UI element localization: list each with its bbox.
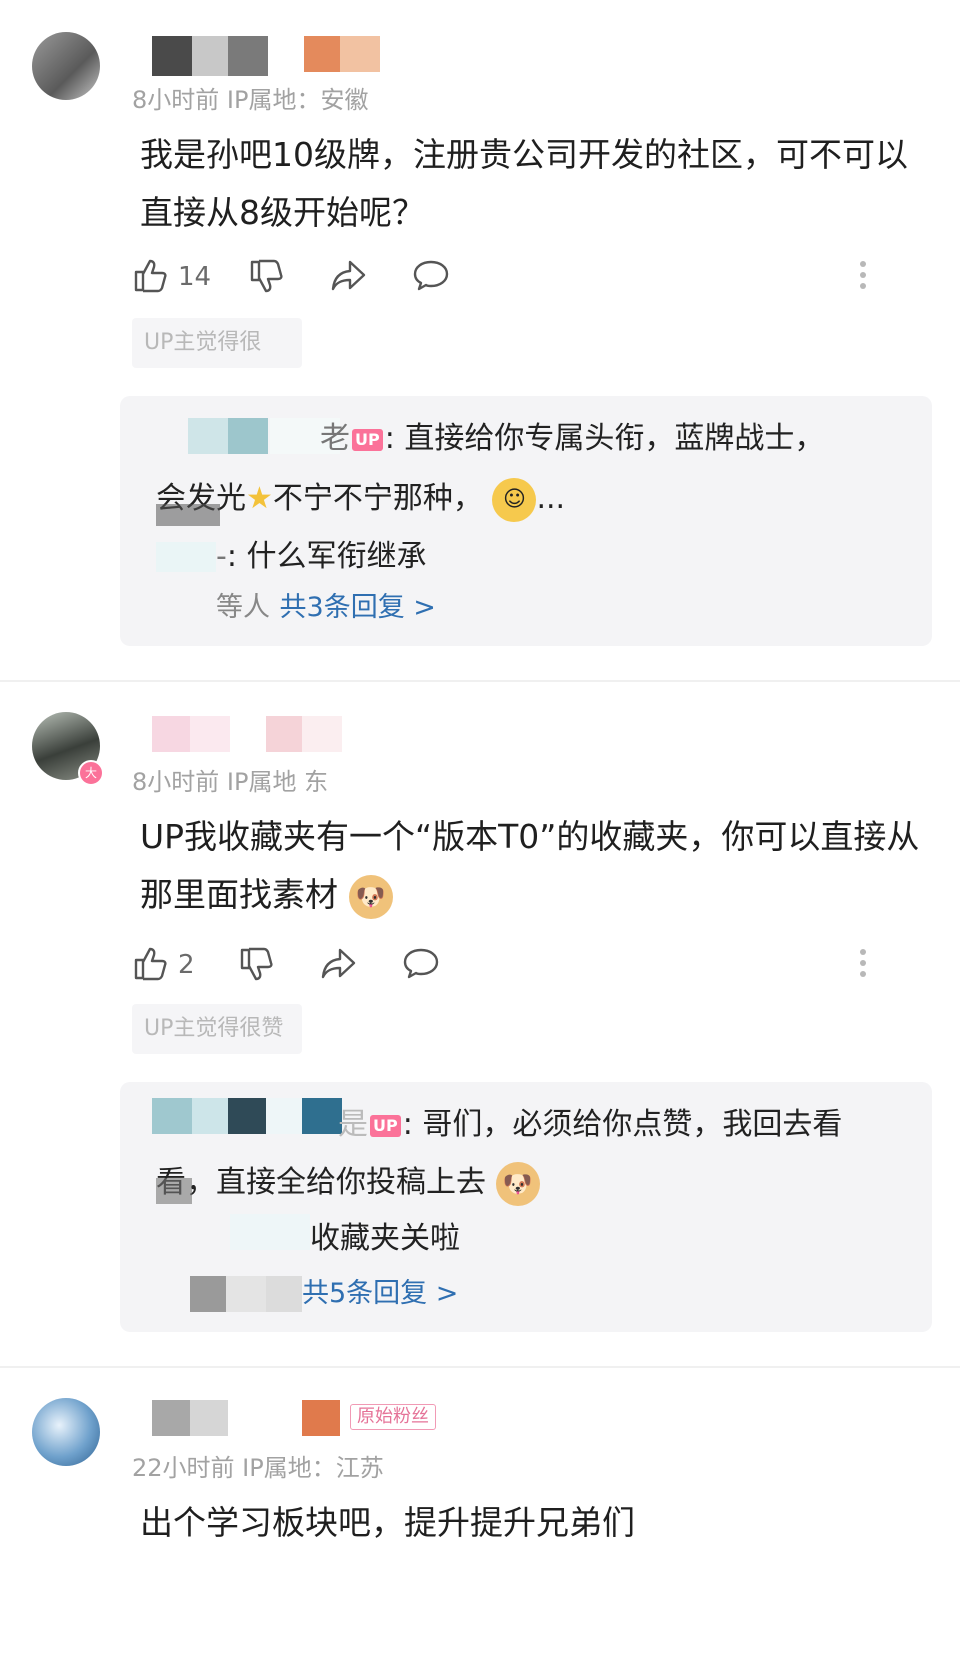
like-icon[interactable] [132, 944, 168, 982]
share-icon[interactable] [330, 258, 368, 294]
reply-preview-box[interactable]: 老 UP: 直接给你专属头衔，蓝牌战士， 会发光★不宁不宁那种， ☺... -: … [120, 396, 932, 646]
comment-meta: 8小时前 IP属地：安徽 [132, 86, 369, 114]
dislike-icon[interactable] [238, 946, 274, 984]
comment-meta: 22小时前 IP属地：江苏 [132, 1454, 384, 1482]
avatar[interactable] [32, 1398, 100, 1466]
reply-username-censored [188, 418, 228, 454]
reply-1: 老 UP: 直接给你专属头衔，蓝牌战士， [320, 421, 825, 456]
smirk-emoji-icon: ☺ [492, 477, 537, 522]
comment-text: UP我收藏夹有一个“版本T0”的收藏夹，你可以直接从那里面找素材 🐶 [140, 808, 940, 924]
comment-text: 我是孙吧10级牌，注册贵公司开发的社区，可不可以直接从8级开始呢？ [140, 135, 908, 232]
up-liked-note: UP主觉得很赞 [132, 1004, 302, 1054]
avatar[interactable] [32, 32, 100, 100]
share-icon[interactable] [320, 946, 358, 982]
doge-emoji-icon: 🐶 [495, 1161, 540, 1206]
comment-text: 出个学习板块吧，提升提升兄弟们 [140, 1503, 635, 1542]
comment-icon[interactable] [412, 258, 450, 294]
dislike-icon[interactable] [248, 258, 284, 296]
level-badge: 大 [78, 760, 104, 786]
up-badge: UP [370, 1114, 401, 1137]
comment-divider [0, 1366, 960, 1368]
more-options-icon[interactable] [860, 256, 866, 294]
up-badge: UP [352, 428, 383, 451]
reply-2: 收藏夹关啦 [310, 1221, 460, 1256]
reply-footer: 共5条回复 > [302, 1266, 458, 1321]
up-liked-note: UP主觉得很 [132, 318, 302, 368]
reply-2: -: 什么军衔继承 [216, 539, 427, 574]
reply-preview-box[interactable]: 是 UP: 哥们，必须给你点赞，我回去看 看，直接全给你投稿上去 🐶 收藏夹关啦 … [120, 1082, 932, 1332]
comment-meta: 8小时前 IP属地 东 [132, 768, 329, 796]
reply-1: 是 UP: 哥们，必须给你点赞，我回去看 [338, 1107, 843, 1142]
reply-1-continued: 看，直接全给你投稿上去 🐶 [156, 1156, 540, 1210]
reply-username-censored [152, 1098, 192, 1134]
reply-username-censored [230, 1214, 310, 1250]
like-count: 2 [178, 950, 195, 980]
like-count: 14 [178, 262, 212, 292]
doge-emoji-icon: 🐶 [348, 874, 393, 919]
reply-footer: 等人 共3条回复 > [216, 592, 436, 623]
view-replies-link[interactable]: 共5条回复 > [302, 1278, 458, 1309]
like-icon[interactable] [132, 256, 168, 294]
original-fan-badge: 原始粉丝 [350, 1404, 436, 1430]
more-options-icon[interactable] [860, 944, 866, 982]
comment-divider [0, 680, 960, 682]
reply-username-censored [156, 542, 216, 572]
view-replies-link[interactable]: 共3条回复 > [280, 592, 436, 623]
sparkle-emoji-icon: ★ [246, 481, 273, 516]
comment-icon[interactable] [402, 946, 440, 982]
